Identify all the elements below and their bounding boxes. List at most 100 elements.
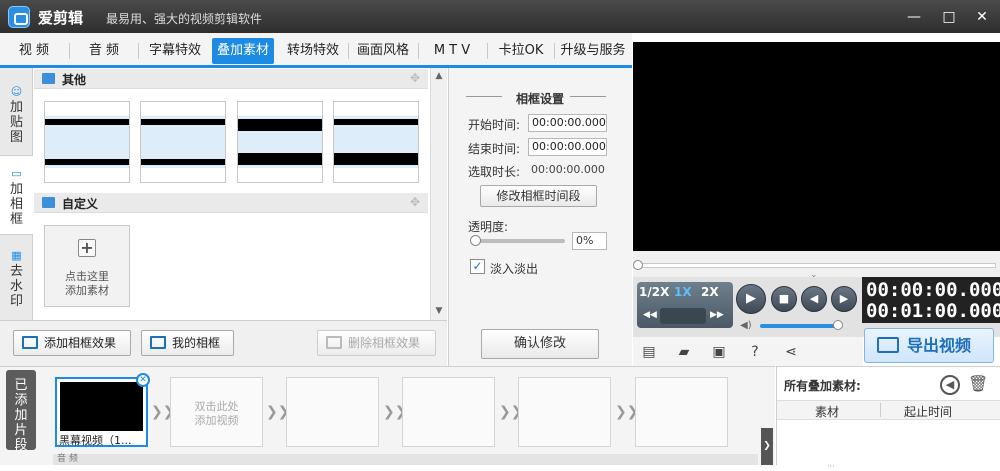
opacity-label: 透明度: xyxy=(468,220,509,234)
frame-settings-title: 相框设置 xyxy=(515,92,564,106)
tab-subtitle-effects[interactable]: 字幕特效 xyxy=(144,38,206,64)
add-custom-material-label: 点击这里 添加素材 xyxy=(65,270,109,297)
maximize-button[interactable]: □ xyxy=(940,8,958,26)
add-frame-effect-button[interactable]: 添加相框效果 xyxy=(13,330,131,356)
app-name: 爱剪辑 xyxy=(38,9,84,27)
side-tab-watermark-label: 去 水 印 xyxy=(9,264,23,309)
new-project-icon[interactable]: ▤ xyxy=(640,343,658,361)
picture-icon xyxy=(42,197,55,208)
speed-normal[interactable]: 1X xyxy=(674,285,692,299)
tab-karaoke[interactable]: 卡拉OK xyxy=(492,38,550,64)
section-header-other: 其他 ✥ xyxy=(34,69,428,89)
section-title-other: 其他 xyxy=(62,73,87,87)
side-tab-sticker-label: 加 贴 图 xyxy=(9,100,23,145)
frame-thumbnail-1[interactable] xyxy=(44,101,130,183)
my-frames-button[interactable]: 我的相框 xyxy=(141,330,234,356)
scroll-down-icon[interactable]: ▼ xyxy=(431,303,447,319)
start-time-input[interactable]: 00:00:00.000 xyxy=(528,114,607,132)
speed-double[interactable]: 2X xyxy=(701,285,719,299)
side-tab-watermark[interactable]: ▦ 去 水 印 xyxy=(0,250,33,314)
frame-thumbnail-2[interactable] xyxy=(140,101,226,183)
trash-icon xyxy=(326,336,342,349)
end-time-input[interactable]: 00:00:00.000 xyxy=(528,138,607,156)
empty-clip-slot[interactable] xyxy=(402,377,495,447)
column-material: 素材 xyxy=(815,405,840,419)
add-frame-icon xyxy=(22,336,38,349)
opacity-slider-handle[interactable] xyxy=(470,235,481,246)
frame-thumbnail-4[interactable] xyxy=(333,101,419,183)
tab-mtv[interactable]: M T V xyxy=(424,38,480,64)
empty-clip-slot[interactable] xyxy=(286,377,379,447)
back-icon[interactable]: ◀ xyxy=(940,375,960,395)
empty-clip-slot[interactable] xyxy=(635,377,728,447)
opacity-slider[interactable] xyxy=(473,239,565,243)
trash-icon[interactable]: 🗑 xyxy=(968,374,988,393)
help-icon[interactable]: ? xyxy=(746,343,764,361)
side-tab-sticker[interactable]: ☺ 加 贴 图 xyxy=(0,86,33,150)
column-time-range: 起止时间 xyxy=(904,405,953,419)
library-scrollbar[interactable]: ▲ ▼ xyxy=(430,68,447,320)
volume-handle[interactable] xyxy=(833,320,843,330)
volume-slider[interactable] xyxy=(760,324,836,328)
materials-title: 所有叠加素材: xyxy=(784,379,861,393)
export-video-button[interactable]: 导出视频 xyxy=(864,328,994,363)
total-time: 00:01:00.000 xyxy=(866,300,1000,322)
fade-label: 淡入淡出 xyxy=(490,262,539,276)
scroll-up-icon[interactable]: ▲ xyxy=(431,68,447,84)
start-time-label: 开始时间: xyxy=(468,118,521,132)
save-icon[interactable]: ▣ xyxy=(710,343,728,361)
audio-track[interactable]: 音 频 xyxy=(53,454,758,465)
tab-transition-effects[interactable]: 转场特效 xyxy=(282,38,344,64)
volume-icon[interactable]: ◀) xyxy=(740,320,752,331)
close-button[interactable]: ✕ xyxy=(973,8,991,26)
confirm-edit-button[interactable]: 确认修改 xyxy=(481,329,599,359)
timeline-scroll-right-icon[interactable]: ❯ xyxy=(761,428,773,465)
edit-frame-time-button[interactable]: 修改相框时间段 xyxy=(480,185,597,207)
empty-clip-slot[interactable] xyxy=(518,377,611,447)
materials-table-header xyxy=(777,400,1000,420)
tab-overlay-material[interactable]: 叠加素材 xyxy=(212,38,274,64)
remove-clip-icon[interactable]: ✕ xyxy=(136,373,150,387)
clip-thumbnail xyxy=(60,382,143,431)
opacity-input[interactable]: 0% xyxy=(572,232,607,250)
progress-track[interactable] xyxy=(638,263,996,268)
frame-thumbnail-3[interactable] xyxy=(237,101,323,183)
picture-icon xyxy=(42,73,55,84)
previous-frame-icon[interactable]: ◀ xyxy=(801,286,827,312)
slow-down-icon[interactable]: ◀◀ xyxy=(643,310,657,320)
move-icon: ✥ xyxy=(409,195,420,209)
add-custom-material-tile[interactable]: + 点击这里 添加素材 xyxy=(44,225,130,307)
next-frame-icon[interactable]: ▶ xyxy=(831,286,857,312)
fade-checkbox[interactable]: ✓ xyxy=(470,259,485,274)
section-header-custom: 自定义 ✥ xyxy=(34,193,428,213)
minimize-button[interactable]: — xyxy=(905,8,923,26)
side-tab-frame-label: 加 相 框 xyxy=(9,182,23,227)
empty-clip-slot[interactable]: 双击此处 添加视频 xyxy=(170,377,263,447)
tab-picture-style[interactable]: 画面风格 xyxy=(352,38,414,64)
speed-up-icon[interactable]: ▶▶ xyxy=(710,310,724,320)
speed-half[interactable]: 1/2X xyxy=(639,285,669,299)
tab-audio[interactable]: 音 频 xyxy=(78,38,130,64)
watermark-icon: ▦ xyxy=(11,249,22,262)
side-tab-frame[interactable]: ▭ 加 相 框 xyxy=(0,155,33,235)
scroll-indicator: ··· xyxy=(827,462,835,471)
duration-value: 00:00:00.000 xyxy=(531,163,605,176)
stop-icon[interactable]: ■ xyxy=(771,286,797,312)
tab-video[interactable]: 视 频 xyxy=(8,38,60,64)
section-title-custom: 自定义 xyxy=(62,197,99,211)
export-icon xyxy=(877,337,899,353)
current-time: 00:00:00.000 xyxy=(866,279,1000,301)
play-icon[interactable]: ▶ xyxy=(736,284,766,314)
video-preview xyxy=(633,42,1000,251)
share-icon[interactable]: ⋖ xyxy=(782,343,800,361)
timeline-clip[interactable]: 黑幕视频（1... xyxy=(55,377,148,447)
added-clips-tab[interactable]: 已 添 加 片 段 xyxy=(6,370,36,453)
tab-upgrade-service[interactable]: 升级与服务 xyxy=(557,38,629,64)
frame-icon: ▭ xyxy=(11,167,22,180)
open-folder-icon[interactable]: ▰ xyxy=(675,343,693,361)
delete-frame-effect-button[interactable]: 删除相框效果 xyxy=(317,330,436,356)
speed-slider[interactable] xyxy=(660,308,706,324)
progress-handle[interactable] xyxy=(633,260,643,270)
app-slogan: 最易用、强大的视频剪辑软件 xyxy=(106,12,263,26)
app-logo-icon xyxy=(8,6,30,28)
